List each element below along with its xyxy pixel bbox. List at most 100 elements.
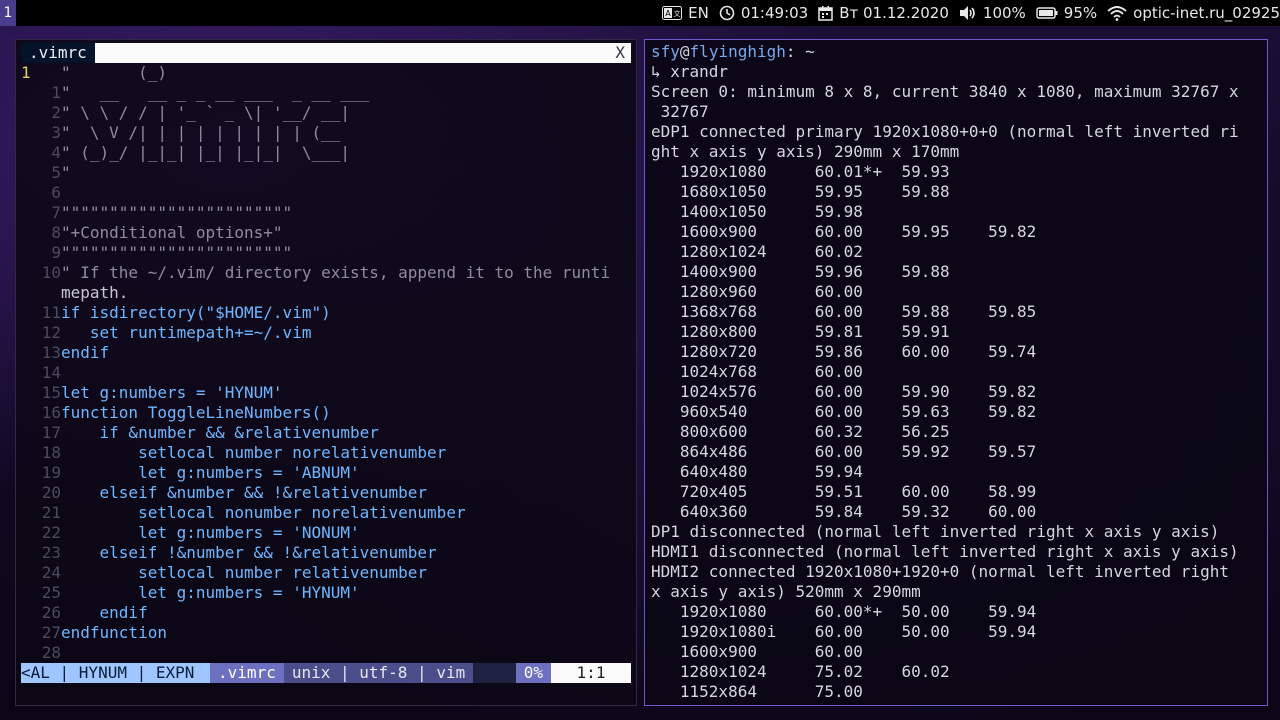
line-text: function ToggleLineNumbers() (61, 403, 331, 422)
vim-line[interactable]: 8 "+Conditional options+" (21, 223, 631, 243)
line-text: " (_) (61, 63, 167, 82)
terminal-output[interactable]: sfy@flyinghigh: ~ ↳ xrandr Screen 0: min… (651, 42, 1263, 702)
line-number: 11 (41, 303, 61, 322)
terminal-output-line: 1280x1024 60.02 (651, 242, 863, 261)
vim-editor-buffer[interactable]: 1 " (_) 1 " __ __ _ _ __ ___ _ __ ___ 2 " \ \… (21, 63, 631, 663)
vim-line[interactable]: 23 elseif !&number && !&relativenumber (21, 543, 631, 563)
line-text: let g:numbers = 'NONUM' (61, 523, 360, 542)
terminal-output-line: 1400x1050 59.98 (651, 202, 863, 221)
line-text: " If the ~/.vim/ directory exists, appen… (61, 263, 611, 282)
line-text: let g:numbers = 'ABNUM' (61, 463, 360, 482)
vim-line[interactable]: 19 let g:numbers = 'ABNUM' (21, 463, 631, 483)
terminal-prompt: sfy@flyinghigh: ~ (651, 42, 1263, 62)
vim-line[interactable]: 13 endif (21, 343, 631, 363)
line-number: 8 (51, 223, 61, 242)
vim-line[interactable]: 22 let g:numbers = 'NONUM' (21, 523, 631, 543)
terminal-output-line: 1368x768 60.00 59.88 59.85 (651, 302, 1037, 321)
terminal-output-line: 1280x1024 75.02 60.02 (651, 662, 950, 681)
terminal-window[interactable]: sfy@flyinghigh: ~ ↳ xrandr Screen 0: min… (644, 39, 1268, 706)
line-text: " (61, 163, 71, 182)
network[interactable]: optic-inet.ru_02925 (1107, 4, 1280, 22)
line-text: if isdirectory("$HOME/.vim") (61, 303, 331, 322)
status-modules: A 文 EN 01:49:03 Вт 01.12.2020 100% 95% o… (662, 4, 1280, 22)
calendar-icon (818, 6, 833, 21)
terminal-output-line: 640x480 59.94 (651, 462, 863, 481)
vim-status-percent: 0% (515, 663, 551, 683)
line-number: 28 (41, 643, 61, 662)
line-text: if &number && &relativenumber (61, 423, 379, 442)
vim-line[interactable]: 2 " \ \ / / | '_ ` _ \| '__/ __| (21, 103, 631, 123)
vim-tab-vimrc[interactable]: .vimrc (21, 43, 95, 63)
prompt-at: @ (679, 42, 690, 61)
line-number: 26 (41, 603, 61, 622)
keyboard-layout[interactable]: A 文 EN (662, 4, 709, 22)
terminal-output-line: 1920x1080i 60.00 50.00 59.94 (651, 622, 1037, 641)
vim-line[interactable]: 20 elseif &number && !&relativenumber (21, 483, 631, 503)
calendar-date: Вт 01.12.2020 (839, 4, 949, 22)
line-text: " (_)_/ |_|_| |_| |_|_| \___| (61, 143, 350, 162)
line-number: 1 (21, 63, 31, 82)
vim-line[interactable]: 25 let g:numbers = 'HYNUM' (21, 583, 631, 603)
network-ssid: optic-inet.ru_02925 (1133, 4, 1280, 22)
vim-window[interactable]: .vimrc X 1 " (_) 1 " __ __ _ _ __ ___ _ __ … (15, 39, 637, 706)
line-text: setlocal number relativenumber (61, 563, 428, 582)
vim-line[interactable]: 17 if &number && &relativenumber (21, 423, 631, 443)
desktop: 1 A 文 EN 01:49:03 Вт 01.12.2020 100% 95%… (0, 0, 1280, 720)
vim-line[interactable]: 1 " (_) (21, 63, 631, 83)
vim-line[interactable]: 9 """""""""""""""""""""""" (21, 243, 631, 263)
line-text: """""""""""""""""""""""" (61, 243, 293, 262)
terminal-output-line: DP1 disconnected (normal left inverted r… (651, 522, 1220, 541)
line-text (61, 643, 631, 663)
vim-line[interactable]: 27 endfunction (21, 623, 631, 643)
battery[interactable]: 95% (1036, 4, 1097, 22)
volume-level: 100% (982, 4, 1026, 22)
vim-line[interactable]: 24 setlocal number relativenumber (21, 563, 631, 583)
top-status-bar: 1 A 文 EN 01:49:03 Вт 01.12.2020 100% 95%… (0, 0, 1280, 26)
terminal-output-line: 1024x576 60.00 59.90 59.82 (651, 382, 1037, 401)
vim-status-mode: <AL | HYNUM | EXPN (21, 663, 211, 683)
line-number: 18 (41, 443, 61, 462)
vim-line[interactable]: 15 let g:numbers = 'HYNUM' (21, 383, 631, 403)
volume[interactable]: 100% (959, 4, 1026, 22)
workspace-indicator[interactable]: 1 (0, 0, 16, 26)
vim-line[interactable]: 12 set runtimepath+=~/.vim (21, 323, 631, 343)
vim-line[interactable]: 28 (21, 643, 631, 663)
terminal-output-line: 1152x864 75.00 (651, 682, 863, 701)
vim-line[interactable]: 16 function ToggleLineNumbers() (21, 403, 631, 423)
battery-icon (1036, 7, 1058, 19)
vim-tab-close-button[interactable]: X (615, 43, 625, 63)
clock[interactable]: 01:49:03 (719, 4, 808, 22)
line-text: mepath. (61, 283, 129, 302)
line-text: let g:numbers = 'HYNUM' (61, 383, 283, 402)
line-number (21, 283, 61, 303)
vim-line[interactable]: 10 " If the ~/.vim/ directory exists, app… (21, 263, 631, 283)
line-number: 1 (51, 83, 61, 102)
vim-line[interactable]: 3 " \ V /| | | | | | | | | (__ (21, 123, 631, 143)
line-number: 4 (51, 143, 61, 162)
vim-status-fileformat: unix | utf-8 | vim (283, 663, 474, 683)
vim-tabline: .vimrc X (21, 43, 631, 63)
prompt-host: flyinghigh (689, 42, 786, 61)
vim-line[interactable]: 26 endif (21, 603, 631, 623)
vim-line[interactable]: 1 " __ __ _ _ __ ___ _ __ ___ (21, 83, 631, 103)
calendar[interactable]: Вт 01.12.2020 (818, 4, 949, 22)
line-number: 25 (41, 583, 61, 602)
line-number: 5 (51, 163, 61, 182)
vim-status-filename: .vimrc (210, 663, 284, 683)
vim-line[interactable]: 7 """""""""""""""""""""""" (21, 203, 631, 223)
vim-line[interactable]: mepath. (21, 283, 631, 303)
vim-line[interactable]: 4 " (_)_/ |_|_| |_| |_|_| \___| (21, 143, 631, 163)
line-text: set runtimepath+=~/.vim (61, 323, 312, 342)
vim-line[interactable]: 21 setlocal nonumber norelativenumber (21, 503, 631, 523)
vim-line[interactable]: 14 (21, 363, 631, 383)
terminal-output-line: 1920x1080 60.00*+ 50.00 59.94 (651, 602, 1037, 621)
vim-line[interactable]: 5 " (21, 163, 631, 183)
line-text: setlocal number norelativenumber (61, 443, 447, 462)
line-number: 17 (41, 423, 61, 442)
terminal-output-line: Screen 0: minimum 8 x 8, current 3840 x … (651, 82, 1239, 101)
terminal-output-line: 1024x768 60.00 (651, 362, 863, 381)
vim-line[interactable]: 11 if isdirectory("$HOME/.vim") (21, 303, 631, 323)
vim-line[interactable]: 18 setlocal number norelativenumber (21, 443, 631, 463)
vim-line[interactable]: 6 (21, 183, 631, 203)
vim-status-position: 1:1 (551, 663, 631, 683)
